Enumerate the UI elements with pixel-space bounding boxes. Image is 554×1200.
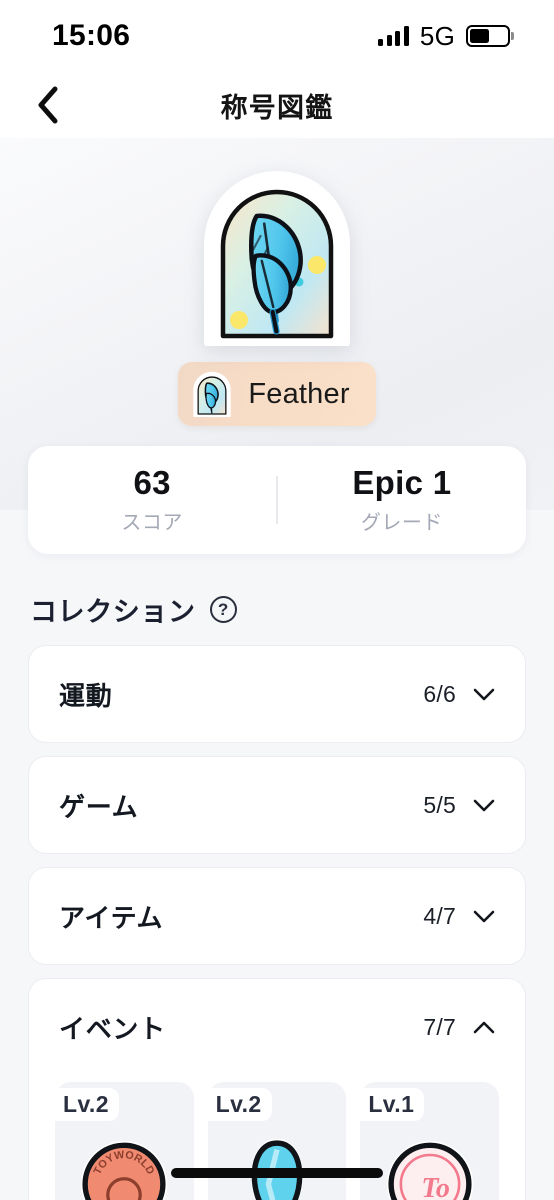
collection-row[interactable]: アイテム 4/7 <box>28 867 526 965</box>
badge-level-label: Lv.2 <box>207 1088 272 1121</box>
collection-title: コレクション <box>30 597 196 627</box>
collection-row-count: 4/7 <box>423 902 456 929</box>
collection-row-name: ゲーム <box>59 791 139 822</box>
status-bar: 15:06 5G <box>0 0 554 72</box>
badge-level-label: Lv.1 <box>360 1088 425 1121</box>
phone-screen: 15:06 5G 称号図鑑 Feather 63 スコア Epic 1 グレード… <box>0 0 554 1200</box>
chevron-down-icon[interactable] <box>473 688 495 701</box>
feather-badge-mini-icon <box>192 371 232 417</box>
grade-value: Epic 1 <box>352 463 452 501</box>
toyworld-badge-icon: TOYWORLD <box>70 1128 178 1200</box>
collection-row[interactable]: 運動 6/6 <box>28 645 526 743</box>
signal-bars-icon <box>378 26 409 46</box>
badge-level-label: Lv.2 <box>55 1088 119 1121</box>
home-indicator <box>171 1168 383 1178</box>
badge-tile[interactable]: Lv.1 To <box>360 1082 500 1200</box>
chevron-down-icon[interactable] <box>473 910 495 923</box>
page-title: 称号図鑑 <box>220 92 334 123</box>
collection-header: コレクション ? <box>30 590 554 629</box>
collection-row-count: 7/7 <box>423 1014 456 1040</box>
score-label: スコア <box>121 512 183 535</box>
collection-row-count: 5/5 <box>423 791 456 818</box>
stat-score: 63 スコア <box>28 463 276 536</box>
collection-row[interactable]: イベント 7/7 <box>28 978 526 1076</box>
collection-row-meta: 7/7 <box>423 1014 495 1041</box>
collection-badge-panel: Lv.2 TOYWORLD Lv.2 Lv.1 To <box>28 1076 526 1200</box>
collection-row-name: イベント <box>59 1014 166 1044</box>
chevron-down-icon[interactable] <box>473 799 495 812</box>
collection-row-count: 6/6 <box>423 680 456 707</box>
chevron-left-icon <box>38 86 58 124</box>
collection-row-name: アイテム <box>59 902 164 933</box>
collection-row[interactable]: ゲーム 5/5 <box>28 756 526 854</box>
collection-row-meta: 6/6 <box>423 681 495 708</box>
stat-grade: Epic 1 グレード <box>278 463 526 536</box>
chevron-up-icon[interactable] <box>473 1021 495 1034</box>
pink-seal-badge-icon: To <box>376 1128 484 1200</box>
crystal-badge-icon <box>223 1128 331 1200</box>
feather-badge-icon <box>199 170 355 346</box>
nav-bar: 称号図鑑 <box>0 72 554 138</box>
badge-tile[interactable]: Lv.2 TOYWORLD <box>55 1082 194 1200</box>
stats-card: 63 スコア Epic 1 グレード <box>28 446 526 554</box>
network-type-label: 5G <box>419 20 455 51</box>
title-chip[interactable]: Feather <box>178 362 376 426</box>
status-time: 15:06 <box>52 19 131 52</box>
battery-icon <box>466 25 510 47</box>
status-indicators: 5G <box>378 21 510 52</box>
collection-row-meta: 5/5 <box>423 792 495 819</box>
title-chip-label: Feather <box>248 377 350 410</box>
back-button[interactable] <box>22 79 74 131</box>
grade-label: グレード <box>360 512 443 535</box>
collection-row-name: 運動 <box>59 680 113 711</box>
badge-tile[interactable]: Lv.2 <box>207 1082 347 1200</box>
svg-text:To: To <box>421 1173 450 1200</box>
collection-row-meta: 4/7 <box>423 903 495 930</box>
collection-list: 運動 6/6 ゲーム 5/5 アイテム 4/7 イベント 7/7 Lv.2 TOYWORLD Lv.… <box>0 645 554 1200</box>
score-value: 63 <box>133 463 171 501</box>
question-circle-icon[interactable]: ? <box>209 596 237 623</box>
